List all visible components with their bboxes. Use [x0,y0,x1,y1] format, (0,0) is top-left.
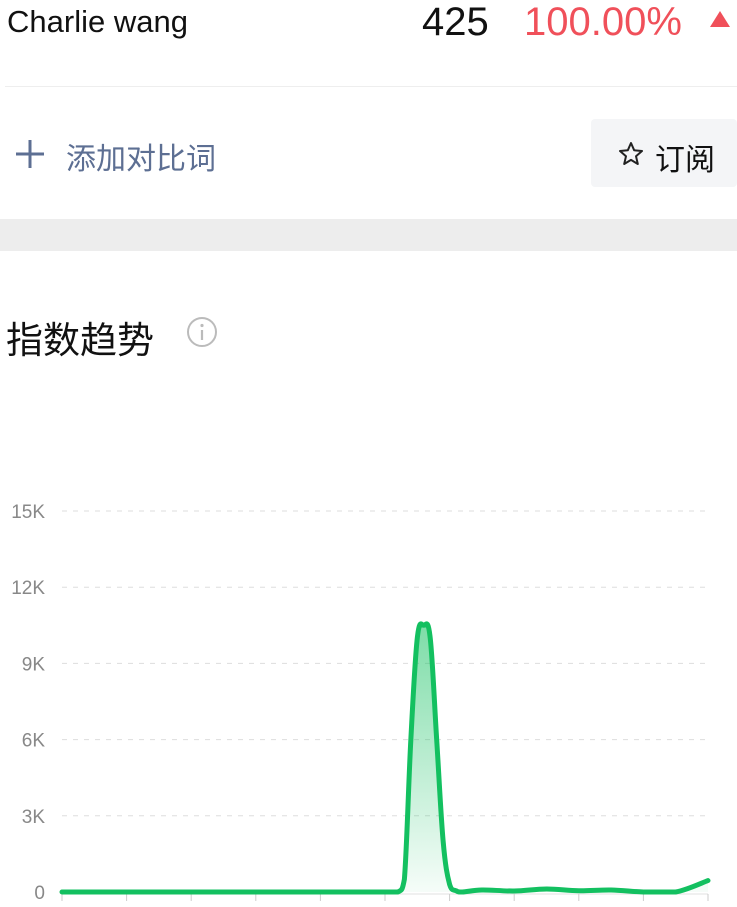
plus-icon[interactable] [12,136,48,177]
y-tick-label: 15K [11,502,45,523]
trend-chart: 0 3K 6K 9K 12K 15K [11,502,711,904]
y-tick-label: 6K [22,731,46,752]
y-tick-label: 12K [11,578,45,599]
series-line [59,621,711,895]
info-icon[interactable] [186,316,218,353]
y-tick-label: 9K [22,654,46,675]
section-title: 指数趋势 [6,320,154,361]
subscribe-button[interactable]: 订阅 [591,119,737,187]
action-row: 添加对比词 订阅 [0,118,737,188]
series-area [62,623,708,892]
change-percent: 100.00% [524,0,682,44]
add-compare-button[interactable]: 添加对比词 [66,134,216,178]
star-icon [618,141,644,172]
search-count: 425 [422,0,489,44]
keyword-name: Charlie wang [7,4,188,39]
header-divider [5,86,737,87]
triangle-up-icon [709,10,731,33]
section-separator [0,219,737,251]
keyword-header: Charlie wang 425 100.00% [0,0,737,86]
subscribe-label: 订阅 [655,144,715,177]
y-tick-label: 3K [22,807,46,828]
y-tick-label: 0 [34,883,45,904]
